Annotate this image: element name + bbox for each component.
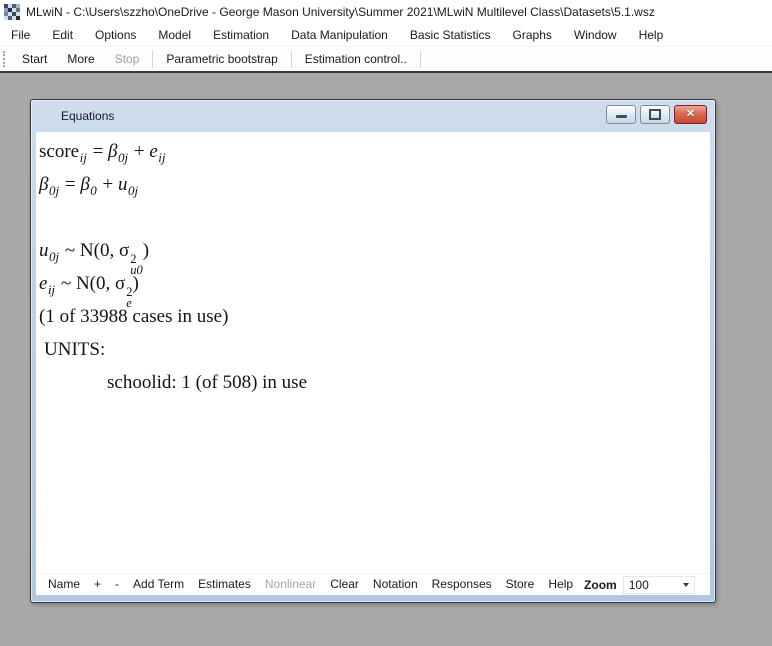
zoom-label: Zoom bbox=[580, 578, 623, 592]
help-button[interactable]: Help bbox=[541, 574, 580, 595]
math-subscript: 0 bbox=[90, 183, 97, 198]
menu-item-edit[interactable]: Edit bbox=[41, 24, 84, 46]
responses-button[interactable]: Responses bbox=[425, 574, 499, 595]
toolbar-buttons: StartMoreStop Parametric bootstrap Estimat… bbox=[12, 47, 424, 71]
math-text: (1 of 33988 cases in use) bbox=[39, 306, 228, 327]
cases-in-use-note: (1 of 33988 cases in use) bbox=[39, 300, 710, 333]
zoom-level-select[interactable]: 100 bbox=[623, 576, 695, 594]
clear-button[interactable]: Clear bbox=[323, 574, 366, 595]
app-icon bbox=[4, 4, 20, 20]
math-variable: u bbox=[118, 174, 128, 195]
equations-titlebar[interactable]: Equations ✕ bbox=[31, 100, 715, 132]
math-text: ~ N(0, σ bbox=[60, 240, 129, 261]
toolbar-separator bbox=[420, 51, 421, 68]
close-icon: ✕ bbox=[686, 109, 695, 120]
estimation-control-button[interactable]: Estimation control.. bbox=[295, 48, 417, 70]
math-subscript: ij bbox=[80, 150, 87, 165]
estimates-button[interactable]: Estimates bbox=[191, 574, 258, 595]
stop-button: Stop bbox=[105, 48, 150, 70]
menu-item-model[interactable]: Model bbox=[147, 24, 202, 46]
store-button[interactable]: Store bbox=[499, 574, 542, 595]
math-subscript: 0j bbox=[128, 183, 138, 198]
chevron-down-icon bbox=[683, 583, 689, 587]
parametric-bootstrap-button[interactable]: Parametric bootstrap bbox=[156, 48, 287, 70]
math-text: score bbox=[39, 141, 79, 162]
math-text: + bbox=[98, 174, 118, 195]
math-text: ) bbox=[143, 240, 149, 261]
units-schoolid: schoolid: 1 (of 508) in use bbox=[39, 366, 710, 399]
nonlinear-button: Nonlinear bbox=[258, 574, 323, 595]
math-text: = bbox=[88, 141, 108, 162]
menu-item-file[interactable]: File bbox=[0, 24, 41, 46]
mlwin-application-window: MLwiN - C:\Users\szzho\OneDrive - George… bbox=[0, 0, 772, 646]
notation-button[interactable]: Notation bbox=[366, 574, 425, 595]
menu-item-data-manipulation[interactable]: Data Manipulation bbox=[280, 24, 399, 46]
math-variable: u bbox=[39, 240, 49, 261]
equation-line bbox=[39, 201, 710, 234]
equations-window: Equations ✕ scoreij = β0j + eijβ0j = β0 … bbox=[30, 99, 716, 603]
menu-bar: FileEditOptionsModelEstimationData Manip… bbox=[0, 23, 772, 47]
main-titlebar: MLwiN - C:\Users\szzho\OneDrive - George… bbox=[0, 0, 772, 23]
menu-item-basic-statistics[interactable]: Basic Statistics bbox=[399, 24, 502, 46]
math-text: ) bbox=[133, 273, 139, 294]
more-button[interactable]: More bbox=[57, 48, 104, 70]
menu-item-window[interactable]: Window bbox=[563, 24, 628, 46]
restore-button[interactable] bbox=[640, 105, 670, 124]
equation-intercept[interactable]: β0j = β0 + u0j bbox=[39, 168, 710, 201]
units-label: UNITS: bbox=[39, 333, 710, 366]
toolbar-grip-handle[interactable] bbox=[3, 51, 8, 67]
mdi-workspace: Equations ✕ scoreij = β0j + eijβ0j = β0 … bbox=[0, 73, 772, 646]
equations-content: scoreij = β0j + eijβ0j = β0 + u0ju0j ~ N… bbox=[36, 132, 710, 573]
math-subscript: ij bbox=[48, 282, 55, 297]
math-variable: e bbox=[39, 273, 47, 294]
toolbar-separator bbox=[291, 51, 292, 68]
math-variable: β bbox=[108, 141, 117, 162]
menu-item-help[interactable]: Help bbox=[628, 24, 675, 46]
minimize-icon bbox=[616, 115, 627, 118]
equations-toolbar-buttons: Name+-Add TermEstimatesNonlinearClearNot… bbox=[41, 574, 580, 595]
math-subscript: ij bbox=[158, 150, 165, 165]
math-text: = bbox=[60, 174, 80, 195]
math-text: + bbox=[129, 141, 149, 162]
toolbar-separator bbox=[152, 51, 153, 68]
math-subscript: 0j bbox=[118, 150, 128, 165]
main-toolbar: StartMoreStop Parametric bootstrap Estimat… bbox=[0, 47, 772, 73]
equations-window-title: Equations bbox=[61, 109, 606, 123]
math-subscript: 0j bbox=[49, 183, 59, 198]
math-text: UNITS: bbox=[44, 339, 105, 360]
start-button[interactable]: Start bbox=[12, 48, 57, 70]
menu-item-estimation[interactable]: Estimation bbox=[202, 24, 280, 46]
math-variable: e bbox=[149, 141, 157, 162]
menu-item-graphs[interactable]: Graphs bbox=[502, 24, 563, 46]
window-controls: ✕ bbox=[606, 105, 707, 124]
math-text: ~ N(0, σ bbox=[56, 273, 125, 294]
math-text: schoolid: 1 (of 508) in use bbox=[107, 372, 307, 393]
math-variable: β bbox=[80, 174, 89, 195]
add-term-button[interactable]: Add Term bbox=[126, 574, 191, 595]
equations-toolbar: Name+-Add TermEstimatesNonlinearClearNot… bbox=[36, 573, 710, 595]
equation-response[interactable]: scoreij = β0j + eij bbox=[39, 135, 710, 168]
plus-button[interactable]: + bbox=[87, 574, 108, 595]
restore-icon bbox=[649, 109, 661, 120]
math-variable: β bbox=[39, 174, 48, 195]
minimize-button[interactable] bbox=[606, 105, 636, 124]
zoom-value: 100 bbox=[629, 578, 649, 592]
close-button[interactable]: ✕ bbox=[674, 105, 707, 124]
minus-button[interactable]: - bbox=[108, 574, 126, 595]
equation-u-distribution[interactable]: u0j ~ N(0, σ2u0) bbox=[39, 234, 710, 267]
menu-item-options[interactable]: Options bbox=[84, 24, 147, 46]
window-title: MLwiN - C:\Users\szzho\OneDrive - George… bbox=[26, 5, 655, 19]
math-subscript: 0j bbox=[49, 249, 59, 264]
name-button[interactable]: Name bbox=[41, 574, 87, 595]
